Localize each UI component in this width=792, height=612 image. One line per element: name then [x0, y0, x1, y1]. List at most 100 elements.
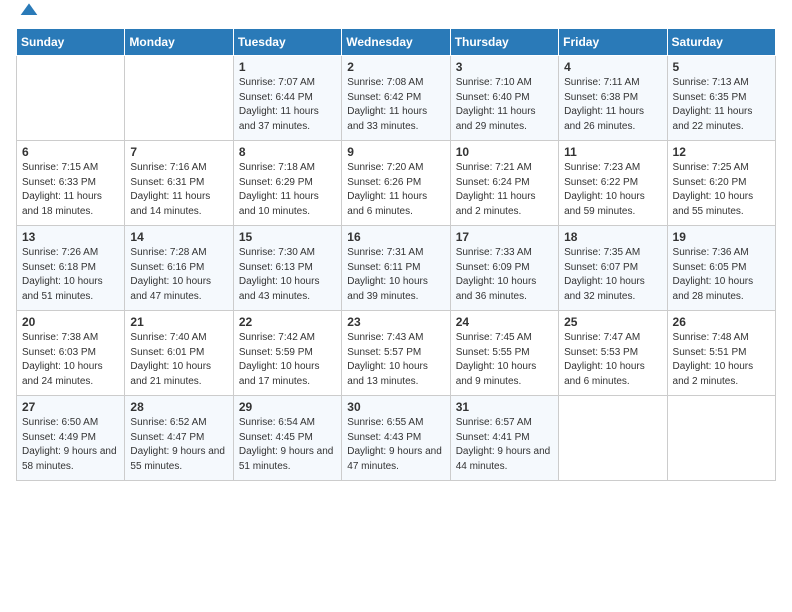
weekday-header-monday: Monday: [125, 29, 233, 56]
calendar-cell: 14Sunrise: 7:28 AMSunset: 6:16 PMDayligh…: [125, 226, 233, 311]
calendar-cell: 10Sunrise: 7:21 AMSunset: 6:24 PMDayligh…: [450, 141, 558, 226]
day-number: 20: [22, 315, 119, 329]
day-number: 26: [673, 315, 770, 329]
calendar-week-1: 1Sunrise: 7:07 AMSunset: 6:44 PMDaylight…: [17, 56, 776, 141]
day-number: 5: [673, 60, 770, 74]
calendar-cell: [559, 396, 667, 481]
weekday-header-saturday: Saturday: [667, 29, 775, 56]
calendar-header: SundayMondayTuesdayWednesdayThursdayFrid…: [17, 29, 776, 56]
day-number: 7: [130, 145, 227, 159]
day-info: Sunrise: 7:40 AMSunset: 6:01 PMDaylight:…: [130, 331, 227, 389]
calendar-cell: 27 Sunrise: 6:50 AMSunset: 4:49 PMDayligh…: [17, 396, 125, 481]
day-number: 3: [456, 60, 553, 74]
logo-icon: [19, 0, 39, 20]
day-info: Sunrise: 7:10 AMSunset: 6:40 PMDaylight:…: [456, 76, 553, 134]
calendar-week-3: 13 Sunrise: 7:26 AMSunset: 6:18 PMDayligh…: [17, 226, 776, 311]
weekday-header-tuesday: Tuesday: [233, 29, 341, 56]
day-number: 27: [22, 400, 119, 414]
day-info: Sunrise: 7:16 AMSunset: 6:31 PMDaylight:…: [130, 161, 227, 219]
calendar-cell: 24 Sunrise: 7:45 AMSunset: 5:55 PMDayligh…: [450, 311, 558, 396]
calendar-cell: 9 Sunrise: 7:20 AMSunset: 6:26 PMDaylight…: [342, 141, 450, 226]
calendar-cell: 12Sunrise: 7:25 AMSunset: 6:20 PMDayligh…: [667, 141, 775, 226]
day-number: 17: [456, 230, 553, 244]
day-info: Sunrise: 7:15 AMSunset: 6:33 PMDaylight:…: [22, 161, 119, 219]
calendar-cell: 8 Sunrise: 7:18 AMSunset: 6:29 PMDaylight…: [233, 141, 341, 226]
logo: [16, 14, 39, 20]
calendar-cell: 2 Sunrise: 7:08 AMSunset: 6:42 PMDaylight…: [342, 56, 450, 141]
day-info: Sunrise: 7:20 AMSunset: 6:26 PMDaylight:…: [347, 161, 444, 219]
day-info: Sunrise: 7:08 AMSunset: 6:42 PMDaylight:…: [347, 76, 444, 134]
day-number: 13: [22, 230, 119, 244]
calendar-cell: 16 Sunrise: 7:31 AMSunset: 6:11 PMDayligh…: [342, 226, 450, 311]
page: SundayMondayTuesdayWednesdayThursdayFrid…: [0, 0, 792, 612]
day-info: Sunrise: 7:26 AMSunset: 6:18 PMDaylight:…: [22, 246, 119, 304]
day-info: Sunrise: 6:50 AMSunset: 4:49 PMDaylight:…: [22, 416, 119, 474]
calendar-cell: 19 Sunrise: 7:36 AMSunset: 6:05 PMDayligh…: [667, 226, 775, 311]
day-number: 24: [456, 315, 553, 329]
day-number: 12: [673, 145, 770, 159]
calendar-cell: 3 Sunrise: 7:10 AMSunset: 6:40 PMDaylight…: [450, 56, 558, 141]
calendar-cell: 11 Sunrise: 7:23 AMSunset: 6:22 PMDayligh…: [559, 141, 667, 226]
day-number: 10: [456, 145, 553, 159]
day-number: 14: [130, 230, 227, 244]
day-info: Sunrise: 7:45 AMSunset: 5:55 PMDaylight:…: [456, 331, 553, 389]
day-info: Sunrise: 7:33 AMSunset: 6:09 PMDaylight:…: [456, 246, 553, 304]
day-number: 21: [130, 315, 227, 329]
calendar-cell: 17 Sunrise: 7:33 AMSunset: 6:09 PMDayligh…: [450, 226, 558, 311]
day-info: Sunrise: 7:47 AMSunset: 5:53 PMDaylight:…: [564, 331, 661, 389]
day-info: Sunrise: 7:11 AMSunset: 6:38 PMDaylight:…: [564, 76, 661, 134]
calendar-cell: 21 Sunrise: 7:40 AMSunset: 6:01 PMDayligh…: [125, 311, 233, 396]
day-info: Sunrise: 7:07 AMSunset: 6:44 PMDaylight:…: [239, 76, 336, 134]
weekday-header-wednesday: Wednesday: [342, 29, 450, 56]
calendar-cell: 1Sunrise: 7:07 AMSunset: 6:44 PMDaylight…: [233, 56, 341, 141]
header-row: SundayMondayTuesdayWednesdayThursdayFrid…: [17, 29, 776, 56]
day-number: 30: [347, 400, 444, 414]
calendar-week-2: 6 Sunrise: 7:15 AMSunset: 6:33 PMDaylight…: [17, 141, 776, 226]
header: [16, 10, 776, 20]
weekday-header-thursday: Thursday: [450, 29, 558, 56]
calendar-week-5: 27 Sunrise: 6:50 AMSunset: 4:49 PMDayligh…: [17, 396, 776, 481]
weekday-header-sunday: Sunday: [17, 29, 125, 56]
day-number: 23: [347, 315, 444, 329]
calendar-cell: 29 Sunrise: 6:54 AMSunset: 4:45 PMDayligh…: [233, 396, 341, 481]
day-number: 4: [564, 60, 661, 74]
day-number: 29: [239, 400, 336, 414]
calendar-cell: 5Sunrise: 7:13 AMSunset: 6:35 PMDaylight…: [667, 56, 775, 141]
day-number: 2: [347, 60, 444, 74]
day-info: Sunrise: 7:42 AMSunset: 5:59 PMDaylight:…: [239, 331, 336, 389]
day-number: 8: [239, 145, 336, 159]
calendar-cell: 28Sunrise: 6:52 AMSunset: 4:47 PMDayligh…: [125, 396, 233, 481]
day-info: Sunrise: 7:38 AMSunset: 6:03 PMDaylight:…: [22, 331, 119, 389]
day-info: Sunrise: 7:31 AMSunset: 6:11 PMDaylight:…: [347, 246, 444, 304]
day-info: Sunrise: 7:36 AMSunset: 6:05 PMDaylight:…: [673, 246, 770, 304]
day-number: 9: [347, 145, 444, 159]
day-info: Sunrise: 6:54 AMSunset: 4:45 PMDaylight:…: [239, 416, 336, 474]
day-number: 16: [347, 230, 444, 244]
day-info: Sunrise: 7:23 AMSunset: 6:22 PMDaylight:…: [564, 161, 661, 219]
day-number: 11: [564, 145, 661, 159]
day-number: 6: [22, 145, 119, 159]
calendar-cell: 31Sunrise: 6:57 AMSunset: 4:41 PMDayligh…: [450, 396, 558, 481]
calendar-body: 1Sunrise: 7:07 AMSunset: 6:44 PMDaylight…: [17, 56, 776, 481]
day-info: Sunrise: 7:18 AMSunset: 6:29 PMDaylight:…: [239, 161, 336, 219]
calendar-cell: 26Sunrise: 7:48 AMSunset: 5:51 PMDayligh…: [667, 311, 775, 396]
calendar-cell: 22 Sunrise: 7:42 AMSunset: 5:59 PMDayligh…: [233, 311, 341, 396]
day-number: 22: [239, 315, 336, 329]
calendar-cell: 30 Sunrise: 6:55 AMSunset: 4:43 PMDayligh…: [342, 396, 450, 481]
day-number: 25: [564, 315, 661, 329]
day-number: 15: [239, 230, 336, 244]
calendar-cell: 18Sunrise: 7:35 AMSunset: 6:07 PMDayligh…: [559, 226, 667, 311]
weekday-header-friday: Friday: [559, 29, 667, 56]
day-number: 19: [673, 230, 770, 244]
calendar-cell: [17, 56, 125, 141]
calendar-cell: 4 Sunrise: 7:11 AMSunset: 6:38 PMDaylight…: [559, 56, 667, 141]
calendar-cell: 15Sunrise: 7:30 AMSunset: 6:13 PMDayligh…: [233, 226, 341, 311]
calendar-cell: 20 Sunrise: 7:38 AMSunset: 6:03 PMDayligh…: [17, 311, 125, 396]
day-info: Sunrise: 6:57 AMSunset: 4:41 PMDaylight:…: [456, 416, 553, 474]
calendar-cell: 6 Sunrise: 7:15 AMSunset: 6:33 PMDaylight…: [17, 141, 125, 226]
calendar-cell: [125, 56, 233, 141]
calendar-cell: 13 Sunrise: 7:26 AMSunset: 6:18 PMDayligh…: [17, 226, 125, 311]
day-info: Sunrise: 6:55 AMSunset: 4:43 PMDaylight:…: [347, 416, 444, 474]
calendar-week-4: 20 Sunrise: 7:38 AMSunset: 6:03 PMDayligh…: [17, 311, 776, 396]
calendar-cell: [667, 396, 775, 481]
